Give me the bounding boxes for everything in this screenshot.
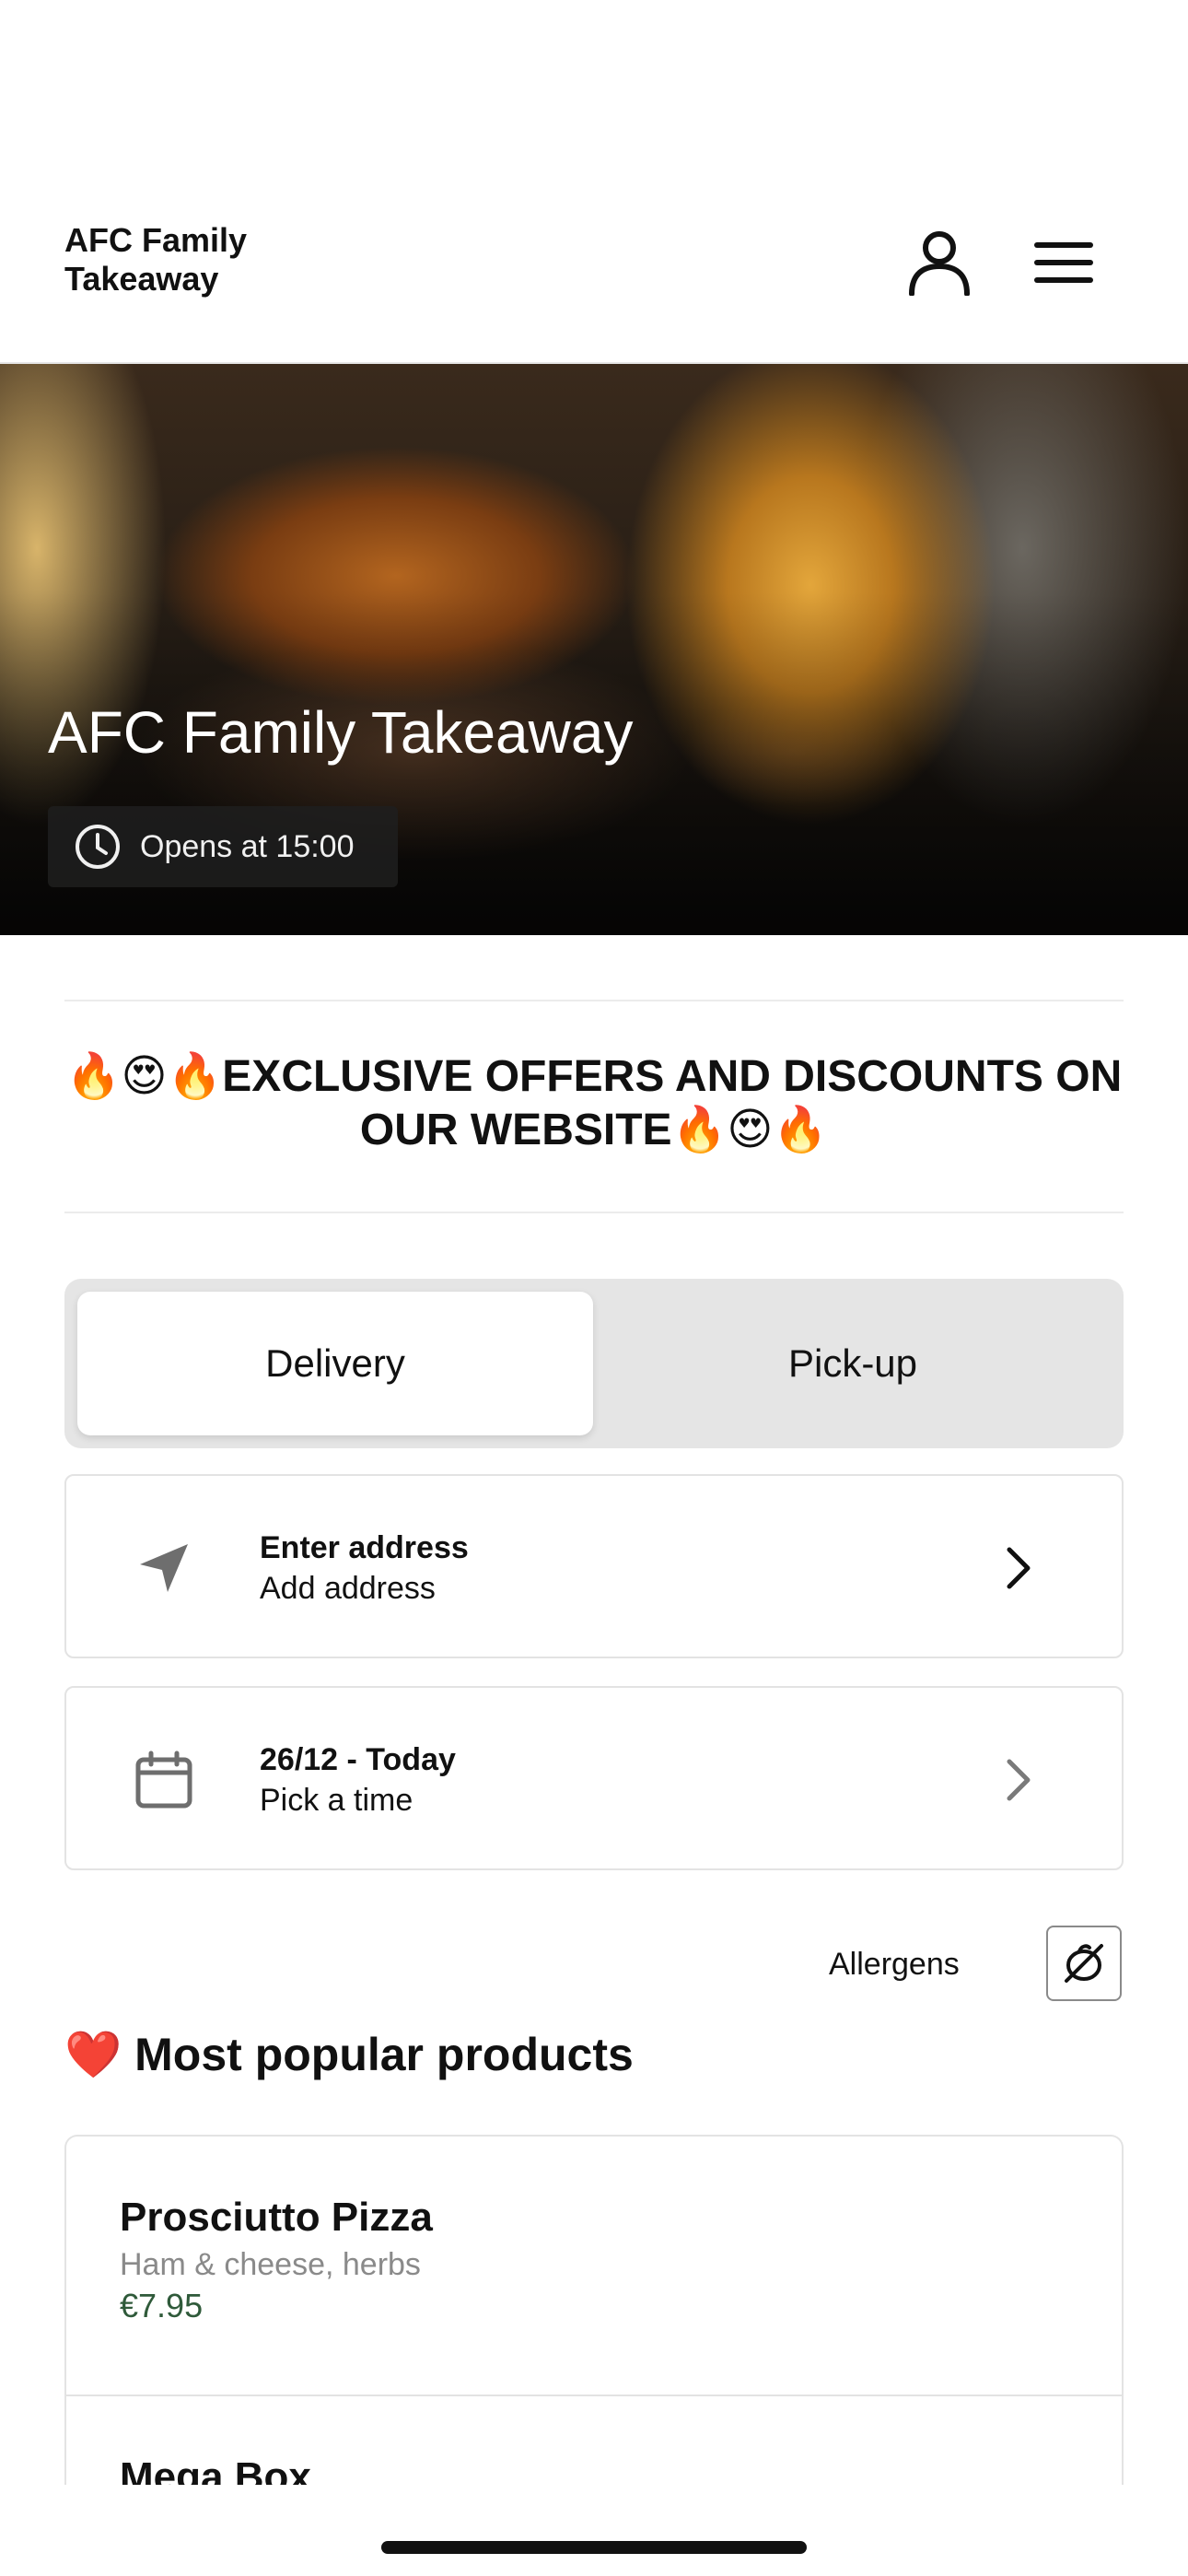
opening-hours-badge: Opens at 15:00 [48,806,398,887]
brand-name[interactable]: AFC Family Takeaway [64,221,341,299]
product-name: Mega Box [120,2454,311,2485]
promo-banner: 🔥😍🔥EXCLUSIVE OFFERS AND DISCOUNTS ON OUR… [65,1052,1123,1154]
chevron-right-icon [989,1539,1048,1598]
pickup-tab[interactable]: Pick-up [595,1292,1111,1435]
product-item[interactable]: Mega Box [66,2395,1122,2485]
address-subtitle: Add address [260,1571,436,1606]
popular-products-title: ❤️ Most popular products [64,2029,634,2080]
app-header: AFC Family Takeaway [0,0,1188,364]
product-name: Prosciutto Pizza [120,2195,433,2240]
divider [64,1000,1124,1001]
calendar-icon [129,1745,199,1815]
product-item[interactable]: Prosciutto Pizza Ham & cheese, herbs €7.… [66,2137,1122,2395]
product-price: €7.95 [120,2287,204,2324]
hamburger-menu-icon [1034,242,1093,283]
user-icon [909,231,970,296]
location-arrow-icon [129,1533,199,1603]
account-button[interactable] [898,221,981,304]
address-row[interactable]: Enter address Add address [64,1474,1124,1658]
product-description: Ham & cheese, herbs [120,2247,421,2282]
hero-banner: AFC Family Takeaway Opens at 15:00 [0,364,1188,935]
pickup-time-row[interactable]: 26/12 - Today Pick a time [64,1686,1124,1870]
product-list: Prosciutto Pizza Ham & cheese, herbs €7.… [64,2135,1124,2485]
home-indicator[interactable] [381,2541,807,2554]
allergens-label[interactable]: Allergens [829,1944,960,1985]
date-title: 26/12 - Today [260,1742,456,1777]
clock-icon [76,825,120,869]
allergen-icon [1065,1944,1103,1983]
delivery-tab[interactable]: Delivery [77,1292,593,1435]
order-mode-toggle: Delivery Pick-up [64,1279,1124,1448]
hero-title: AFC Family Takeaway [48,699,634,766]
opening-hours-text: Opens at 15:00 [140,828,355,864]
address-title: Enter address [260,1530,469,1565]
time-subtitle: Pick a time [260,1783,413,1818]
chevron-right-icon [989,1751,1048,1809]
menu-button[interactable] [1022,221,1105,304]
allergens-button[interactable] [1046,1926,1122,2001]
divider [64,1212,1124,1213]
